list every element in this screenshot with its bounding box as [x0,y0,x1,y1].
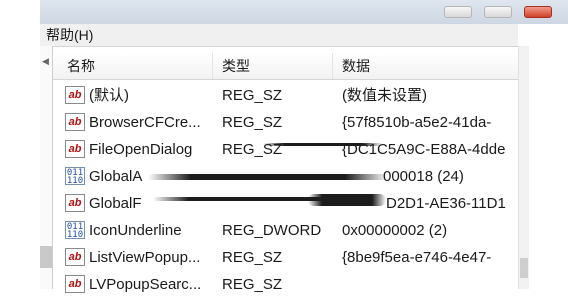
binary-value-icon: 011 110 [65,221,85,240]
value-type: REG_SZ [222,276,283,293]
value-name: GlobalF [89,195,142,212]
table-row[interactable]: ab ListViewPopup... REG_SZ {8be9f5ea-e74… [53,244,518,271]
maximize-button[interactable] [484,6,512,18]
value-list: 名称 类型 数据 ab (默认) REG_SZ (数值未设置) ab Brows… [53,47,518,293]
value-type: REG_SZ [222,141,283,158]
column-header: 名称 类型 数据 [53,53,518,80]
table-row[interactable]: ab BrowserCFCre... REG_SZ {57f8510b-a5e2… [53,109,518,136]
value-type: REG_SZ [222,114,283,131]
table-row[interactable]: 011 110 IconUnderline REG_DWORD 0x000000… [53,217,518,244]
close-button[interactable] [524,6,552,18]
value-name: (默认) [89,87,129,104]
value-list-scrollbar[interactable] [518,46,529,289]
menu-help[interactable]: 帮助(H) [46,26,93,44]
value-data: 0x00000002 (2) [342,222,448,239]
string-value-icon: ab [65,275,85,293]
value-data: 000018 (24) [383,168,464,185]
redaction-mark [263,143,383,146]
redaction-mark [308,194,386,206]
minimize-button[interactable] [444,6,472,18]
value-name: BrowserCFCre... [89,114,201,131]
value-name: FileOpenDialog [89,141,193,158]
value-data: {8be9f5ea-e746-4e47- [342,249,492,266]
value-name: LVPopupSearc... [89,276,202,293]
scrollbar-thumb[interactable] [520,258,528,278]
value-data: {57f8510b-a5e2-41da- [342,114,492,131]
column-header-name[interactable]: 名称 [53,53,213,79]
menu-bar: 帮助(H) [40,24,518,47]
column-header-type[interactable]: 类型 [213,53,333,79]
value-data: {DC1C5A9C-E88A-4dde [342,141,506,158]
value-type: REG_SZ [222,87,283,104]
string-value-icon: ab [65,140,85,158]
redaction-mark [148,174,388,180]
value-type: REG_DWORD [222,222,322,239]
table-row[interactable]: ab (默认) REG_SZ (数值未设置) [53,82,518,109]
window-titlebar [40,0,568,24]
string-value-icon: ab [65,86,85,104]
value-data: (数值未设置) [342,87,427,104]
column-header-data[interactable]: 数据 [333,53,518,79]
string-value-icon: ab [65,113,85,131]
value-name: IconUnderline [89,222,182,239]
tree-scroll-arrow-icon[interactable]: ◀ [42,56,49,67]
string-value-icon: ab [65,248,85,266]
table-row[interactable]: ab GlobalF D2D1-AE36-11D1 [53,190,518,217]
string-value-icon: ab [65,194,85,212]
table-row[interactable]: ab FileOpenDialog REG_SZ {DC1C5A9C-E88A-… [53,136,518,163]
value-name: ListViewPopup... [89,249,201,266]
tree-horizontal-scrollbar[interactable] [40,246,52,268]
value-data [342,271,518,298]
table-row[interactable]: ab LVPopupSearc... REG_SZ [53,271,518,298]
value-type: REG_SZ [222,249,283,266]
binary-value-icon: 011 110 [65,167,85,186]
value-data: D2D1-AE36-11D1 [386,195,506,212]
